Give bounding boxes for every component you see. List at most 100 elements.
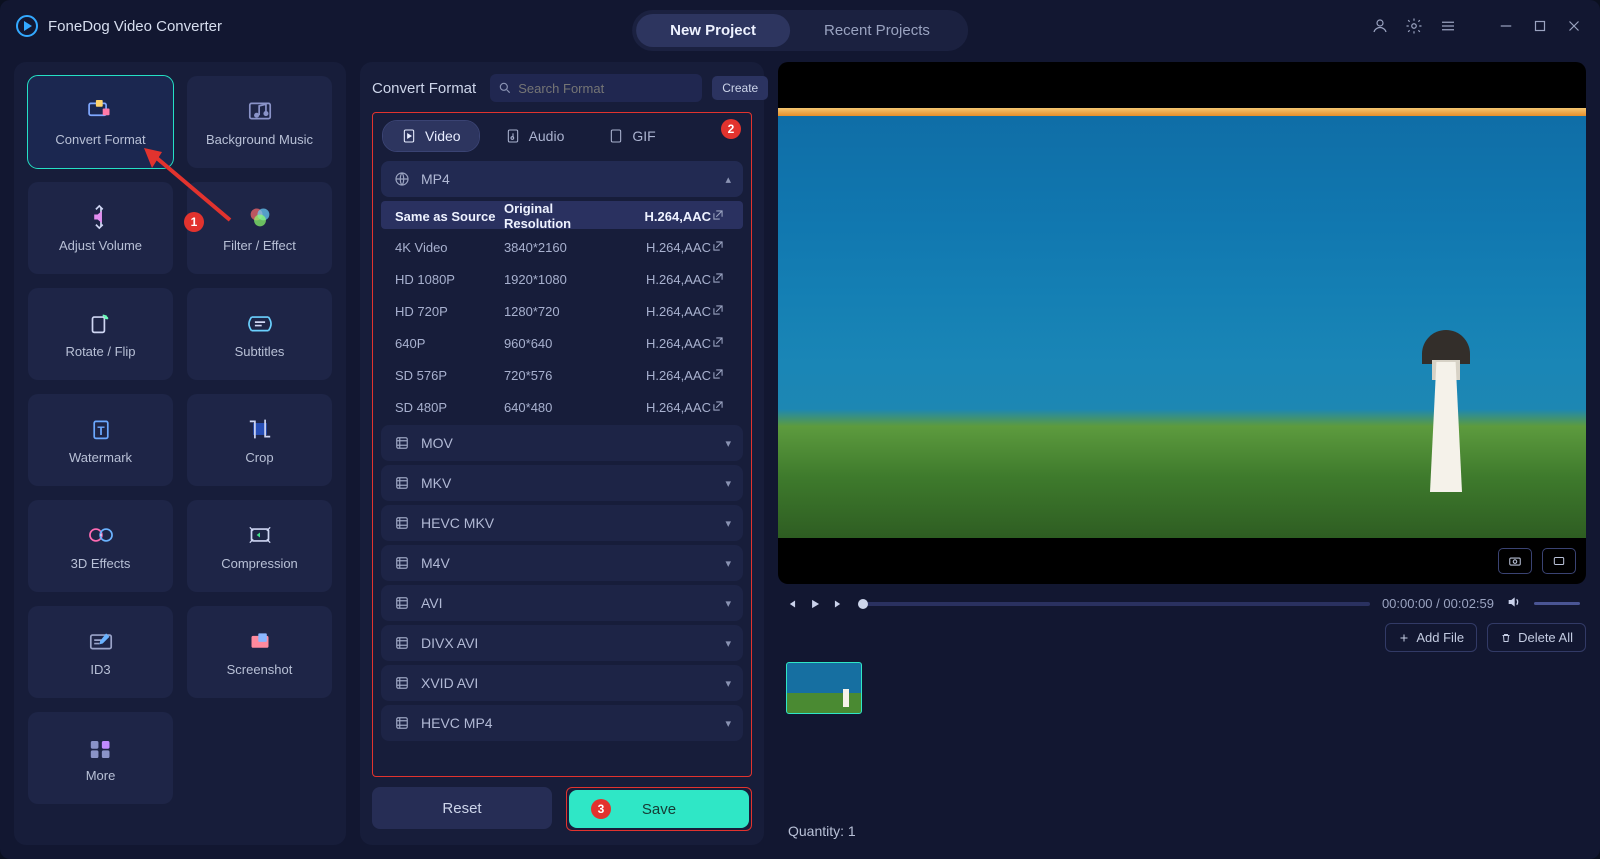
add-file-button[interactable]: Add File	[1385, 623, 1477, 652]
preset-row[interactable]: 640P960*640H.264,AAC	[381, 329, 743, 357]
tool-id3[interactable]: ID3	[28, 606, 173, 698]
external-link-icon[interactable]	[711, 271, 733, 288]
callout-badge-2: 2	[721, 119, 741, 139]
tool-filter-effect[interactable]: Filter / Effect	[187, 182, 332, 274]
seek-track[interactable]	[858, 602, 1370, 606]
tool-watermark[interactable]: TWatermark	[28, 394, 173, 486]
thumbnail-image	[786, 662, 862, 714]
volume-icon[interactable]	[1506, 594, 1522, 613]
type-tab-video-label: Video	[425, 128, 461, 144]
rotate-flip-icon	[84, 310, 118, 336]
subtitles-icon	[243, 310, 277, 336]
tab-new-project[interactable]: New Project	[636, 14, 790, 47]
volume-track[interactable]	[1534, 602, 1580, 605]
menu-icon[interactable]	[1438, 16, 1458, 36]
search-format-field[interactable]	[490, 74, 702, 102]
chevron-up-icon: ▴	[725, 173, 731, 186]
delete-all-button[interactable]: Delete All	[1487, 623, 1586, 652]
play-icon[interactable]	[808, 597, 822, 611]
preset-row[interactable]: Same as SourceOriginal ResolutionH.264,A…	[381, 201, 743, 229]
preset-name: 4K Video	[395, 240, 504, 255]
external-link-icon[interactable]	[711, 399, 733, 416]
titlebar: FoneDog Video Converter New Project Rece…	[0, 0, 1600, 52]
external-link-icon[interactable]	[711, 335, 733, 352]
format-group-xvid-avi[interactable]: XVID AVI ▾	[381, 665, 743, 701]
preset-row[interactable]: SD 480P640*480H.264,AAC	[381, 393, 743, 421]
search-input[interactable]	[518, 81, 694, 96]
format-name: MP4	[421, 171, 450, 187]
tool-label: Screenshot	[227, 662, 293, 677]
tool-3d-effects[interactable]: 3D Effects	[28, 500, 173, 592]
window-maximize-icon[interactable]	[1530, 16, 1550, 36]
preset-row[interactable]: HD 720P1280*720H.264,AAC	[381, 297, 743, 325]
save-button[interactable]: 3 Save	[569, 790, 749, 828]
tool-more[interactable]: More	[28, 712, 173, 804]
preset-row[interactable]: 4K Video3840*2160H.264,AAC	[381, 233, 743, 261]
fullscreen-button[interactable]	[1542, 548, 1576, 574]
svg-text:T: T	[97, 423, 105, 437]
preset-row[interactable]: HD 1080P1920*1080H.264,AAC	[381, 265, 743, 293]
format-name: AVI	[421, 595, 443, 611]
format-group-mov[interactable]: MOV▾	[381, 425, 743, 461]
account-icon[interactable]	[1370, 16, 1390, 36]
format-group-mp4[interactable]: MP4 ▴	[381, 161, 743, 197]
tool-rotate-flip[interactable]: Rotate / Flip	[28, 288, 173, 380]
format-group-hevc-mp4[interactable]: HEVC MP4▾	[381, 705, 743, 741]
format-group-mkv[interactable]: MKV▾	[381, 465, 743, 501]
crop-icon	[243, 416, 277, 442]
format-group-divx-avi[interactable]: DIVX AVI▾	[381, 625, 743, 661]
window-close-icon[interactable]	[1564, 16, 1584, 36]
preset-codec: H.264,AAC	[624, 400, 711, 415]
tool-compression[interactable]: Compression	[187, 500, 332, 592]
tool-screenshot[interactable]: Screenshot	[187, 606, 332, 698]
preset-row[interactable]: SD 576P720*576H.264,AAC	[381, 361, 743, 389]
globe-icon	[393, 170, 411, 188]
external-link-icon[interactable]	[711, 239, 733, 256]
external-link-icon[interactable]	[711, 303, 733, 320]
tool-background-music[interactable]: Background Music	[187, 76, 332, 168]
time-total: 00:02:59	[1443, 596, 1494, 611]
format-area-highlight: 2 Video Audio GIF MP4▴Same as So	[372, 112, 752, 777]
next-track-icon[interactable]	[832, 597, 846, 611]
preset-codec: H.264,AAC	[624, 336, 711, 351]
format-group-avi[interactable]: AVI▾	[381, 585, 743, 621]
tool-label: Background Music	[206, 132, 313, 147]
tool-crop[interactable]: Crop	[187, 394, 332, 486]
tab-recent-projects[interactable]: Recent Projects	[790, 14, 964, 47]
quantity-label: Quantity:	[788, 823, 844, 839]
external-link-icon[interactable]	[711, 367, 733, 384]
id3-icon	[84, 628, 118, 654]
film-icon	[393, 474, 411, 492]
video-file-icon	[401, 128, 417, 144]
chevron-down-icon: ▾	[725, 557, 731, 570]
type-tab-video[interactable]: Video	[383, 121, 479, 151]
settings-icon[interactable]	[1404, 16, 1424, 36]
tool-adjust-volume[interactable]: Adjust Volume	[28, 182, 173, 274]
format-group-m4v[interactable]: M4V ▾	[381, 545, 743, 581]
format-name: XVID AVI	[421, 675, 478, 691]
snapshot-button[interactable]	[1498, 548, 1532, 574]
reset-button[interactable]: Reset	[372, 787, 552, 829]
format-name: M4V	[421, 555, 450, 571]
tool-label: Adjust Volume	[59, 238, 142, 253]
tool-convert-format[interactable]: Convert Format	[28, 76, 173, 168]
clip-thumbnail[interactable]	[786, 662, 862, 714]
chevron-down-icon: ▾	[725, 677, 731, 690]
chevron-down-icon: ▾	[725, 717, 731, 730]
window-minimize-icon[interactable]	[1496, 16, 1516, 36]
chevron-down-icon: ▾	[725, 637, 731, 650]
external-link-icon[interactable]	[711, 208, 733, 225]
time-display: 00:00:00 / 00:02:59	[1382, 596, 1494, 611]
preset-resolution: 640*480	[504, 400, 624, 415]
preset-codec: H.264,AAC	[624, 368, 711, 383]
project-tab-switch: New Project Recent Projects	[632, 10, 968, 51]
tool-label: Filter / Effect	[223, 238, 296, 253]
type-tab-audio[interactable]: Audio	[487, 121, 583, 151]
format-group-hevc-mkv[interactable]: HEVC MKV▾	[381, 505, 743, 541]
tool-label: More	[86, 768, 116, 783]
create-button[interactable]: Create	[712, 76, 768, 100]
tool-subtitles[interactable]: Subtitles	[187, 288, 332, 380]
type-tab-gif[interactable]: GIF	[590, 121, 673, 151]
panel-title: Convert Format	[372, 80, 476, 97]
prev-track-icon[interactable]	[784, 597, 798, 611]
